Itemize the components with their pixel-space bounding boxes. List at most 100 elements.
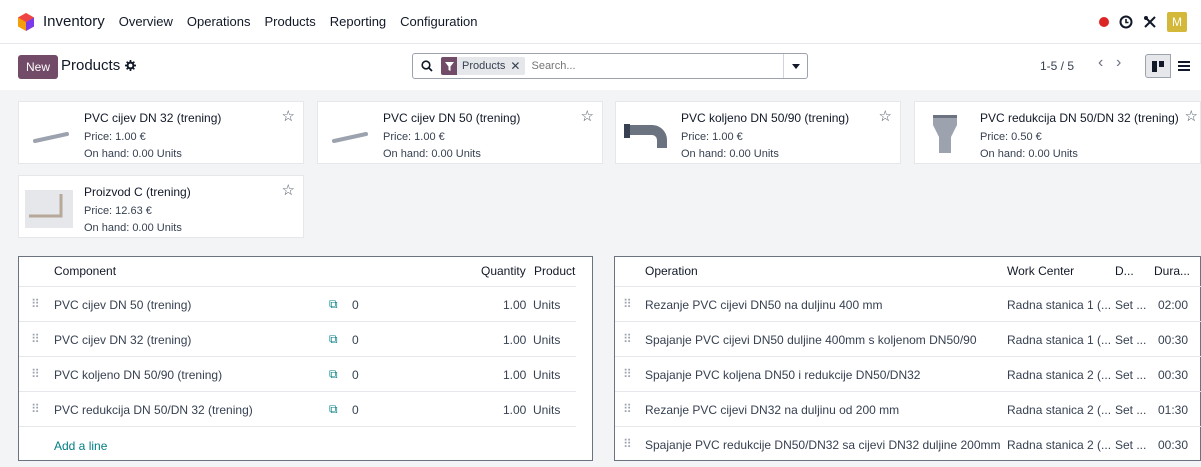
- clock-icon[interactable]: [1119, 15, 1133, 29]
- kanban-icon: [1152, 60, 1164, 72]
- column-header-product[interactable]: Product: [534, 264, 575, 278]
- component-name[interactable]: PVC redukcija DN 50/DN 32 (trening): [54, 403, 253, 417]
- column-header-quantity[interactable]: Quantity: [481, 264, 526, 278]
- table-row[interactable]: ⠿ Spajanje PVC koljena DN50 i redukcije …: [615, 356, 1201, 391]
- table-row[interactable]: ⠿ PVC redukcija DN 50/DN 32 (trening) ⧉ …: [19, 391, 576, 426]
- column-header-d[interactable]: D...: [1115, 264, 1134, 278]
- component-uom[interactable]: Units: [533, 403, 560, 417]
- product-card[interactable]: PVC redukcija DN 50/DN 32 (trening) Pric…: [914, 101, 1201, 164]
- star-icon[interactable]: ☆: [282, 107, 295, 125]
- search-options-toggle[interactable]: [783, 54, 807, 78]
- forecast-icon[interactable]: ⧉: [329, 332, 338, 347]
- user-avatar[interactable]: M: [1167, 12, 1187, 32]
- drag-handle-icon[interactable]: ⠿: [31, 402, 40, 416]
- list-view-button[interactable]: [1171, 54, 1197, 78]
- component-name[interactable]: PVC cijev DN 32 (trening): [54, 333, 191, 347]
- component-uom[interactable]: Units: [533, 298, 560, 312]
- drag-handle-icon[interactable]: ⠿: [623, 367, 632, 381]
- operation-name[interactable]: Spajanje PVC koljena DN50 i redukcije DN…: [645, 368, 920, 382]
- operation-d[interactable]: Set ...: [1115, 438, 1146, 452]
- drag-handle-icon[interactable]: ⠿: [31, 367, 40, 381]
- star-icon[interactable]: ☆: [1185, 107, 1198, 125]
- drag-handle-icon[interactable]: ⠿: [31, 297, 40, 311]
- operation-name[interactable]: Rezanje PVC cijevi DN32 na duljinu od 20…: [645, 403, 899, 417]
- table-row[interactable]: ⠿ PVC koljeno DN 50/90 (trening) ⧉ 0 1.0…: [19, 356, 576, 391]
- pager-previous-icon[interactable]: ‹: [1098, 54, 1103, 72]
- product-card[interactable]: Proizvod C (trening) Price: 12.63 € On h…: [18, 175, 304, 238]
- table-row[interactable]: ⠿ PVC cijev DN 50 (trening) ⧉ 0 1.00 Uni…: [19, 286, 576, 321]
- table-row[interactable]: ⠿ Rezanje PVC cijevi DN32 na duljinu od …: [615, 391, 1201, 426]
- component-quantity[interactable]: 1.00: [503, 403, 526, 417]
- operation-duration[interactable]: 01:30: [1158, 403, 1188, 417]
- star-icon[interactable]: ☆: [282, 181, 295, 199]
- drag-handle-icon[interactable]: ⠿: [623, 332, 632, 346]
- operation-duration[interactable]: 02:00: [1158, 298, 1188, 312]
- menu-configuration[interactable]: Configuration: [400, 14, 477, 29]
- pager-next-icon[interactable]: ›: [1116, 54, 1121, 72]
- operation-d[interactable]: Set ...: [1115, 403, 1146, 417]
- table-row[interactable]: ⠿ PVC cijev DN 32 (trening) ⧉ 0 1.00 Uni…: [19, 321, 576, 356]
- recording-indicator-icon[interactable]: [1099, 17, 1109, 27]
- star-icon[interactable]: ☆: [879, 107, 892, 125]
- forecast-value: 0: [352, 333, 359, 347]
- table-row[interactable]: ⠿ Rezanje PVC cijevi DN50 na duljinu 400…: [615, 286, 1201, 321]
- component-quantity[interactable]: 1.00: [503, 368, 526, 382]
- product-price: Price: 0.50 €: [980, 131, 1042, 143]
- product-card[interactable]: PVC cijev DN 50 (trening) Price: 1.00 € …: [317, 101, 603, 164]
- operation-name[interactable]: Rezanje PVC cijevi DN50 na duljinu 400 m…: [645, 298, 882, 312]
- app-title[interactable]: Inventory: [43, 13, 105, 30]
- operation-d[interactable]: Set ...: [1115, 368, 1146, 382]
- search-bar[interactable]: Products ✕: [412, 53, 808, 79]
- gear-icon[interactable]: [125, 60, 137, 71]
- operation-work-center[interactable]: Radna stanica 2 (...: [1007, 403, 1111, 417]
- operation-d[interactable]: Set ...: [1115, 333, 1146, 347]
- remove-facet-icon[interactable]: ✕: [510, 59, 525, 73]
- operation-work-center[interactable]: Radna stanica 1 (...: [1007, 298, 1111, 312]
- operation-duration[interactable]: 00:30: [1158, 368, 1188, 382]
- component-name[interactable]: PVC cijev DN 50 (trening): [54, 298, 191, 312]
- add-a-line-link[interactable]: Add a line: [54, 439, 107, 453]
- kanban-view-button[interactable]: [1145, 54, 1171, 78]
- operation-work-center[interactable]: Radna stanica 1 (...: [1007, 333, 1111, 347]
- operation-duration[interactable]: 00:30: [1158, 438, 1188, 452]
- product-name: Proizvod C (trening): [84, 185, 191, 199]
- operation-work-center[interactable]: Radna stanica 2 (...: [1007, 438, 1111, 452]
- drag-handle-icon[interactable]: ⠿: [623, 402, 632, 416]
- drag-handle-icon[interactable]: ⠿: [623, 297, 632, 311]
- table-row[interactable]: ⠿ Spajanje PVC redukcije DN50/DN32 sa ci…: [615, 426, 1201, 461]
- column-header-duration[interactable]: Dura...: [1154, 264, 1190, 278]
- operation-name[interactable]: Spajanje PVC redukcije DN50/DN32 sa cije…: [645, 438, 1001, 452]
- product-on-hand: On hand: 0.00 Units: [681, 148, 779, 160]
- drag-handle-icon[interactable]: ⠿: [623, 437, 632, 451]
- menu-products[interactable]: Products: [264, 14, 315, 29]
- search-input[interactable]: [531, 60, 762, 72]
- component-quantity[interactable]: 1.00: [503, 333, 526, 347]
- forecast-icon[interactable]: ⧉: [329, 367, 338, 382]
- star-icon[interactable]: ☆: [581, 107, 594, 125]
- operation-work-center[interactable]: Radna stanica 2 (...: [1007, 368, 1111, 382]
- menu-overview[interactable]: Overview: [119, 14, 173, 29]
- component-name[interactable]: PVC koljeno DN 50/90 (trening): [54, 368, 222, 382]
- menu-operations[interactable]: Operations: [187, 14, 251, 29]
- breadcrumb: Products: [61, 57, 137, 74]
- inventory-app-icon[interactable]: [18, 12, 34, 31]
- forecast-icon[interactable]: ⧉: [329, 402, 338, 417]
- column-header-work-center[interactable]: Work Center: [1007, 264, 1074, 278]
- product-card[interactable]: PVC koljeno DN 50/90 (trening) Price: 1.…: [615, 101, 901, 164]
- component-uom[interactable]: Units: [533, 368, 560, 382]
- menu-reporting[interactable]: Reporting: [330, 14, 386, 29]
- drag-handle-icon[interactable]: ⠿: [31, 332, 40, 346]
- table-row[interactable]: ⠿ Spajanje PVC cijevi DN50 duljine 400mm…: [615, 321, 1201, 356]
- column-header-operation[interactable]: Operation: [645, 264, 698, 278]
- operation-d[interactable]: Set ...: [1115, 298, 1146, 312]
- tools-icon[interactable]: [1143, 15, 1157, 29]
- product-card[interactable]: PVC cijev DN 32 (trening) Price: 1.00 € …: [18, 101, 304, 164]
- component-quantity[interactable]: 1.00: [503, 298, 526, 312]
- pager-value[interactable]: 1-5 / 5: [1040, 59, 1074, 73]
- column-header-component[interactable]: Component: [54, 264, 116, 278]
- operation-name[interactable]: Spajanje PVC cijevi DN50 duljine 400mm s…: [645, 333, 977, 347]
- operation-duration[interactable]: 00:30: [1158, 333, 1188, 347]
- component-uom[interactable]: Units: [533, 333, 560, 347]
- forecast-icon[interactable]: ⧉: [329, 297, 338, 312]
- new-button[interactable]: New: [18, 55, 59, 79]
